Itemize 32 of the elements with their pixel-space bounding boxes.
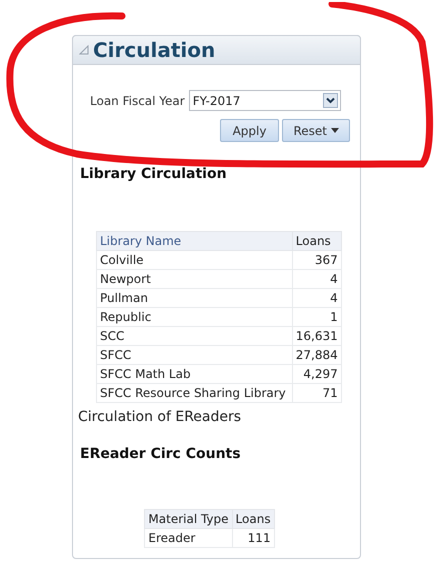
fiscal-year-dropdown[interactable]: FY-2017 xyxy=(188,90,341,111)
table-cell: SFCC Math Lab xyxy=(96,364,292,384)
column-header: Loans xyxy=(232,510,274,528)
column-header: Material Type xyxy=(144,510,232,528)
table-cell: 367 xyxy=(292,250,342,270)
table-cell: SCC xyxy=(96,326,292,346)
table-cell: SFCC Resource Sharing Library xyxy=(96,384,292,402)
column-header: Loans xyxy=(292,232,342,250)
table-cell: Colville xyxy=(96,250,292,270)
table-cell: 71 xyxy=(292,384,342,402)
filter-label: Loan Fiscal Year xyxy=(90,92,185,110)
panel-title: Circulation xyxy=(93,37,216,64)
table-cell: 1 xyxy=(292,308,342,326)
table-cell: 16,631 xyxy=(292,326,342,346)
table-cell: SFCC xyxy=(96,346,292,364)
apply-button[interactable]: Apply xyxy=(220,119,280,142)
table-cell: Republic xyxy=(96,308,292,326)
section-heading: Library Circulation xyxy=(79,165,228,184)
table-cell: 111 xyxy=(232,528,274,548)
section-caption: Circulation of EReaders xyxy=(77,408,242,427)
table-cell: 4 xyxy=(292,270,342,288)
table-cell: Newport xyxy=(96,270,292,288)
table-cell: Pullman xyxy=(96,288,292,308)
table-cell: 27,884 xyxy=(292,346,342,364)
caret-icon xyxy=(331,128,339,133)
table-cell: 4 xyxy=(292,288,342,308)
collapse-icon[interactable] xyxy=(79,45,89,55)
table-cell: 4,297 xyxy=(292,364,342,384)
reset-menu-button[interactable]: Reset xyxy=(282,119,350,142)
table-cell: Ereader xyxy=(144,528,232,548)
section-heading: EReader Circ Counts xyxy=(79,445,242,464)
column-header: Library Name xyxy=(96,232,292,250)
